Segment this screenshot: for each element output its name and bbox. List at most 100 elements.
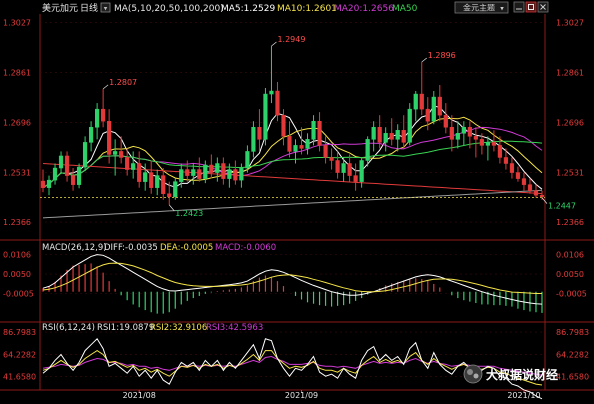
candle-body bbox=[101, 108, 106, 122]
candle-body bbox=[359, 160, 364, 182]
candle-body bbox=[64, 155, 70, 176]
candle-body bbox=[46, 179, 52, 188]
price-tick-label-right: 1.2366 bbox=[556, 218, 584, 227]
minimize-button-box[interactable] bbox=[513, 1, 525, 13]
candle-body bbox=[515, 172, 521, 179]
candle bbox=[173, 178, 178, 200]
date-tick-label: 2021/08 bbox=[123, 391, 156, 400]
candle-body bbox=[395, 130, 400, 140]
candle-body bbox=[70, 175, 76, 185]
candle-body bbox=[88, 127, 94, 143]
candle-body bbox=[281, 114, 286, 137]
candle-body bbox=[239, 167, 244, 181]
price-tick-label-left: 1.3027 bbox=[3, 18, 31, 27]
candle-body bbox=[275, 90, 280, 116]
candle-body bbox=[113, 151, 118, 155]
close-button[interactable] bbox=[537, 1, 549, 13]
candle-body bbox=[197, 169, 202, 179]
candle-body bbox=[473, 136, 478, 140]
restore-button-box[interactable] bbox=[525, 1, 537, 13]
period-dropdown[interactable]: ▾ bbox=[100, 2, 111, 13]
rsi2-value: RSI2:32.9106 bbox=[150, 323, 207, 333]
candle-body bbox=[125, 157, 130, 170]
ma10-value: MA10:1.2601 bbox=[277, 4, 337, 14]
candle-body bbox=[479, 139, 484, 146]
wechat-logo-bubble bbox=[467, 369, 473, 375]
ma20-value: MA20:1.2656 bbox=[334, 4, 394, 14]
macd-diff-value: DIFF:-0.0035 bbox=[104, 243, 158, 253]
rsi-tick-label-left: 86.7983 bbox=[3, 328, 36, 337]
macd-tick-label-right: 0.0106 bbox=[556, 250, 584, 259]
candle-body bbox=[203, 164, 208, 179]
candle-body bbox=[131, 163, 136, 170]
macd-tick-label-left: 0.0106 bbox=[3, 250, 31, 259]
macd-hist-value: MACD:-0.0060 bbox=[215, 243, 276, 253]
period-label: 日线 bbox=[80, 2, 98, 14]
candle-body bbox=[317, 120, 322, 146]
candle-body bbox=[155, 175, 160, 188]
price-annotation-low: 1.2447 bbox=[548, 202, 576, 211]
candle-body bbox=[161, 175, 166, 194]
watermark-text: 大叔据说财经 bbox=[486, 367, 558, 382]
candle-body bbox=[221, 163, 226, 179]
forex-chart-panel[interactable]: 美元加元 日线 ▾ MA(5,10,20,50,100,200) MA5:1.2… bbox=[0, 0, 594, 400]
minimize-button[interactable] bbox=[513, 1, 525, 13]
candle-body bbox=[509, 163, 515, 173]
candle-body bbox=[503, 157, 509, 164]
candle-body bbox=[323, 145, 328, 158]
date-tick-label: 2021/10 bbox=[507, 391, 540, 400]
symbol-title: 美元加元 bbox=[42, 2, 78, 14]
candle-body bbox=[227, 169, 232, 179]
candle-body bbox=[257, 127, 262, 140]
wechat-logo-bubble bbox=[473, 373, 479, 379]
candle-body bbox=[335, 160, 340, 173]
rsi-tick-label-right: 41.6580 bbox=[556, 373, 589, 382]
candle-body bbox=[311, 120, 316, 140]
price-annotation-high: 1.2896 bbox=[428, 51, 456, 60]
candle-body bbox=[329, 157, 334, 161]
candle-body bbox=[94, 108, 100, 128]
chevron-down-icon[interactable]: ▾ bbox=[500, 5, 504, 13]
theme-selector[interactable]: 金元主题 ▾ bbox=[454, 1, 509, 14]
candle-body bbox=[443, 114, 448, 128]
rsi-tick-label-right: 86.7983 bbox=[556, 328, 589, 337]
price-annotation-high: 1.2807 bbox=[109, 78, 137, 87]
chevron-down-icon[interactable]: ▾ bbox=[104, 5, 108, 13]
rsi3-value: RSI3:42.5963 bbox=[206, 323, 263, 333]
price-tick-label-right: 1.2861 bbox=[556, 69, 584, 78]
candle bbox=[263, 88, 268, 146]
candle-body bbox=[425, 108, 430, 122]
candle-body bbox=[347, 163, 352, 176]
candle-body bbox=[149, 172, 154, 188]
candle-body bbox=[455, 133, 460, 140]
candle bbox=[407, 103, 412, 146]
candle-body bbox=[137, 163, 142, 182]
candle-body bbox=[449, 127, 454, 140]
candle-body bbox=[215, 163, 220, 173]
candle-body bbox=[251, 127, 256, 152]
rsi1-value: RSI1:19.0879 bbox=[97, 323, 154, 333]
candle-body bbox=[76, 166, 82, 185]
candle-body bbox=[305, 139, 310, 149]
rsi-tick-label-left: 41.6580 bbox=[3, 373, 36, 382]
ma5-value: MA5:1.2529 bbox=[221, 4, 275, 14]
theme-selector-label[interactable]: 金元主题 bbox=[463, 3, 495, 13]
candle-body bbox=[389, 133, 394, 140]
candle-body bbox=[341, 163, 346, 173]
restore-button[interactable] bbox=[525, 1, 537, 13]
forex-chart-svg[interactable]: 美元加元 日线 ▾ MA(5,10,20,50,100,200) MA5:1.2… bbox=[0, 0, 594, 400]
price-tick-label-left: 1.2531 bbox=[3, 168, 31, 177]
candle-body bbox=[413, 93, 418, 110]
price-tick-label-left: 1.2366 bbox=[3, 218, 31, 227]
price-annotation-high: 1.2949 bbox=[277, 35, 305, 44]
price-annotation-low: 1.2423 bbox=[175, 209, 203, 218]
watermark: 大叔据说财经 bbox=[463, 364, 558, 384]
candle-body bbox=[299, 145, 304, 149]
candle-body bbox=[491, 142, 497, 146]
candle-body bbox=[419, 93, 424, 110]
candle-body bbox=[467, 127, 472, 137]
price-tick-label-right: 1.2696 bbox=[556, 118, 584, 127]
candle-body bbox=[107, 120, 112, 155]
candle-body bbox=[185, 169, 190, 176]
candle-body bbox=[377, 127, 382, 143]
